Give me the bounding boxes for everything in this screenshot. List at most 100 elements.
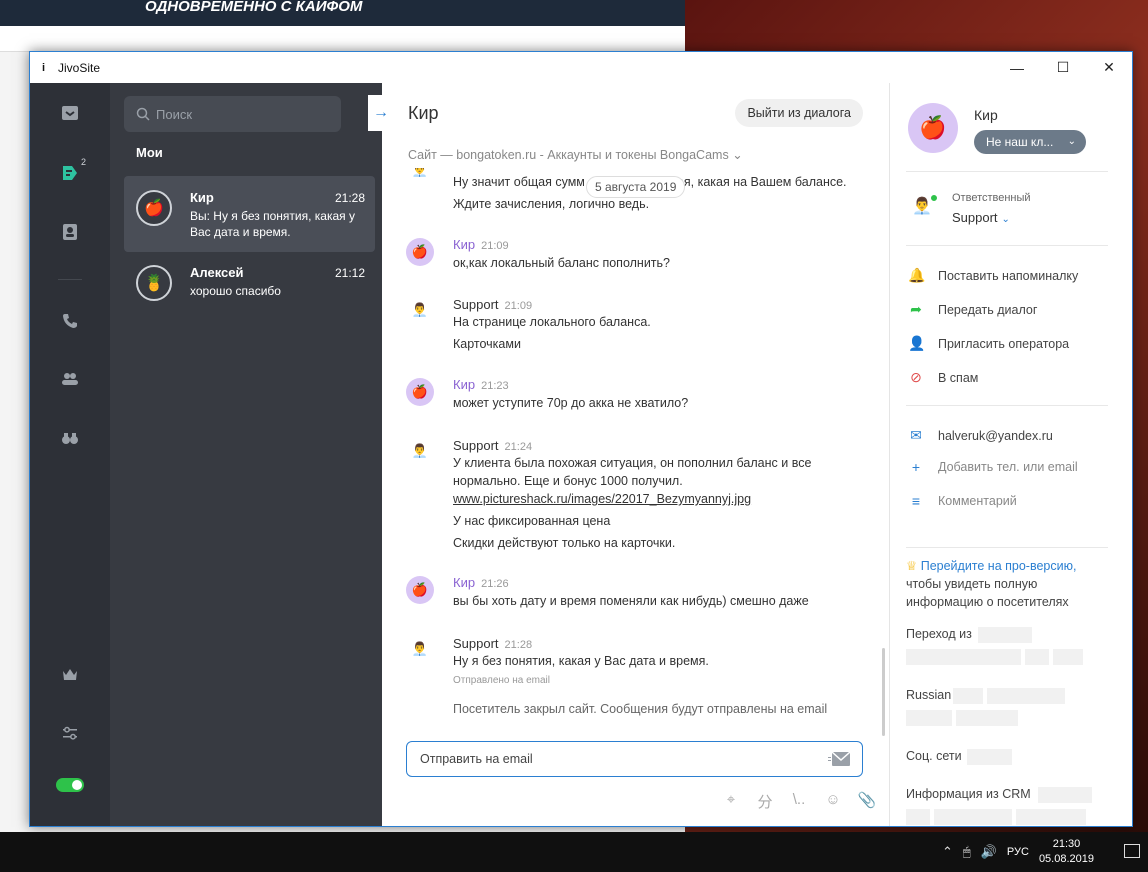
divider [906,245,1108,246]
clock-date: 05.08.2019 [1038,853,1094,865]
message-list: 5 августа 2019 👨‍💼 Ну значит общая сумм а… [382,168,889,738]
desktop-banner: ОДНОВРЕМЕННО С КАЙФОМ [0,0,685,26]
placeholder-bar [906,649,1021,665]
system-tray: ⌃ 🖱 🔊 РУС 21:30 05.08.2019 [942,832,1128,872]
chats-badge: 2 [80,157,86,167]
clock-time: 21:30 [1052,838,1081,850]
settings-sliders-icon[interactable] [60,723,80,743]
titlebar: i JivoSite — ☐ ✕ [30,52,1132,83]
delivery-note: Отправлено на email [453,675,550,686]
minimize-button[interactable]: — [994,52,1040,83]
attach-icon[interactable]: 📎 [857,791,877,812]
message-author: Кир 21:26 [453,575,509,590]
transfer-dialog-action[interactable]: ➦ Передать диалог [908,301,1037,318]
close-button[interactable]: ✕ [1086,52,1132,83]
divider [906,405,1108,406]
chat-title: Кир [408,103,439,123]
support-avatar-icon: 👨‍💼 [406,296,434,324]
binoculars-icon[interactable] [60,428,80,448]
message-text: Ждите зачисления, логично ведь. [453,197,650,211]
leave-dialog-button[interactable]: Выйти из диалога [735,99,863,127]
chat-item[interactable]: 🍎 Кир 21:28 Вы: Ну я без понятия, какая … [124,176,375,252]
chat-time: 21:12 [334,266,365,280]
pro-upsell: ♕ Перейдите на про-версию, чтобы увидеть… [906,557,1106,611]
message-text: Скидки действуют только на карточки. [453,536,676,550]
visitor-tag-dropdown[interactable]: Не наш кл... ⌄ [974,130,1086,154]
chat-item[interactable]: 🍍 Алексей 21:12 хорошо спасибо [124,255,375,331]
message-author: Support 21:09 [453,297,533,312]
search-input[interactable]: Поиск [124,96,341,132]
divider [906,547,1108,548]
placeholder-bar [978,627,1032,643]
target-icon[interactable]: ⌖ [721,791,741,812]
message-author: Кир 21:23 [453,377,509,392]
window-title: JivoSite [58,60,101,75]
block-icon: ⊘ [910,369,922,385]
spam-action[interactable]: ⊘ В спам [908,369,978,386]
message-text: ок,как локальный баланс пополнить? [453,256,670,270]
pineapple-avatar-icon: 🍍 [136,265,172,301]
chevron-down-icon: ⌄ [1067,136,1076,147]
app-window: i JivoSite — ☐ ✕ 2 Поиск Мои 🍎 Кир 21:28… [29,51,1133,827]
background-nav [0,26,685,52]
comment-action[interactable]: ≡ Комментарий [908,493,1017,509]
quick-replies-icon[interactable]: \.. [789,791,809,812]
add-contact-action[interactable]: + Добавить тел. или email [908,459,1078,475]
placeholder-bar [953,688,983,704]
chat-list: Поиск Мои 🍎 Кир 21:28 Вы: Ну я без понят… [110,83,382,826]
crown-icon[interactable] [60,665,80,685]
volume-icon[interactable]: 🔊 [981,844,997,860]
search-placeholder: Поиск [156,106,193,122]
crown-icon: ♕ [906,559,918,573]
notifications-icon[interactable] [1124,844,1140,858]
message-author: Support 21:24 [453,438,533,453]
responsible-dropdown[interactable]: Support ⌄ [952,210,1010,225]
online-status-toggle[interactable] [56,778,84,792]
visitor-panel: 🍎 Кир Не наш кл... ⌄ 👨‍💼 Ответственный Su… [890,83,1132,826]
chevron-down-icon: ⌄ [1001,214,1010,225]
placeholder-bar [906,710,952,726]
maximize-button[interactable]: ☐ [1040,52,1086,83]
pro-link[interactable]: Перейдите на про-версию, [921,559,1077,573]
send-email-icon[interactable] [828,751,850,767]
apple-avatar-icon: 🍎 [136,190,172,226]
scrollbar[interactable] [882,648,885,736]
message-text: Ну я без понятия, какая у Вас дата и вре… [453,654,709,668]
message-text: У нас фиксированная цена [453,514,611,528]
emoji-icon[interactable]: ☺ [823,791,843,812]
contacts-icon[interactable] [60,222,80,242]
forward-arrow-icon: ➦ [910,301,922,317]
chevron-up-icon[interactable]: ⌃ [942,844,953,860]
message-link[interactable]: www.pictureshack.ru/images/22017_Bezymya… [453,492,751,506]
chat-name: Алексей [190,265,244,280]
email-item[interactable]: ✉ halveruk@yandex.ru [908,427,1053,444]
taskbar: ⌃ 🖱 🔊 РУС 21:30 05.08.2019 [0,832,1148,872]
inbox-icon[interactable] [60,103,80,123]
message-input[interactable]: Отправить на email [406,741,863,777]
phone-icon[interactable] [60,311,80,331]
system-note: Посетитель закрыл сайт. Сообщения будут … [453,702,828,716]
network-icon[interactable]: 🖱 [963,844,971,860]
bell-icon: 🔔 [908,267,926,283]
crm-label: Информация из CRM [906,787,1031,801]
set-reminder-action[interactable]: 🔔 Поставить напоминалку [908,267,1078,284]
translate-icon[interactable]: 分 [755,791,775,812]
site-source[interactable]: Сайт — bongatoken.ru - Аккаунты и токены… [408,147,743,162]
language-label: Russian [906,688,952,702]
placeholder-bar [934,809,1012,825]
chats-icon[interactable]: 2 [60,157,86,183]
message-text: вы бы хоть дату и время поменяли как ниб… [453,594,809,608]
search-icon [136,107,150,121]
input-language[interactable]: РУС [1007,846,1029,858]
invite-operator-action[interactable]: 👤 Пригласить оператора [908,335,1069,352]
support-avatar-icon: 👨‍💼 [406,437,434,465]
placeholder-bar [1053,649,1083,665]
clock[interactable]: 21:30 05.08.2019 [1039,837,1094,867]
nav-rail: 2 [30,83,110,826]
support-avatar-icon: 👨‍💼 [406,168,434,184]
arrow-right-icon[interactable]: → [368,95,394,131]
composer-toolbar: ⌖ 分 \.. ☺ 📎 [721,791,877,812]
team-icon[interactable] [60,369,80,389]
placeholder-bar [967,749,1012,765]
message-text: На странице локального баланса. [453,315,651,329]
